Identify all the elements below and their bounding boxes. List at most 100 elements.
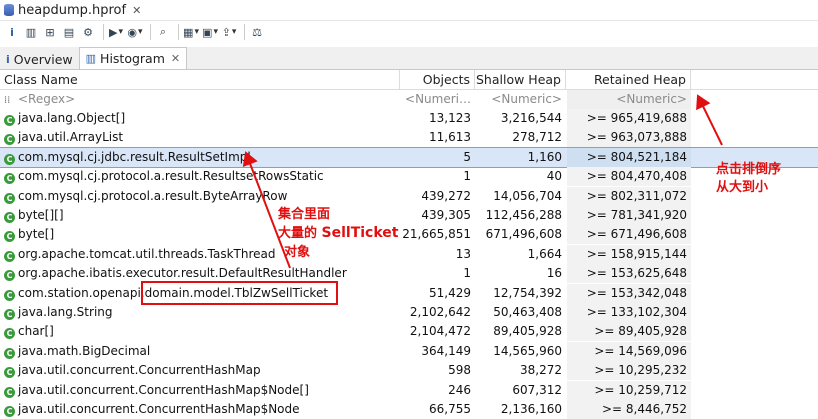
- class-name-text: com.mysql.cj.protocol.a.result.ByteArray…: [18, 188, 288, 203]
- objects-cell: 21,665,851: [402, 227, 471, 242]
- table-row[interactable]: Ccom.station.openapi.domain.model.TblZwS…: [0, 283, 818, 303]
- class-icon: C: [4, 289, 15, 301]
- find-object-icon[interactable]: ⌕: [155, 24, 171, 40]
- toolbar-separator: [150, 24, 151, 40]
- toolbar-separator: [244, 24, 245, 40]
- retained-heap-cell: >= 89,405,928: [567, 322, 691, 342]
- dominator-tree-icon[interactable]: ⊞: [42, 24, 58, 40]
- class-name-cell: Cchar[]: [0, 322, 400, 341]
- class-icon: C: [4, 386, 15, 398]
- objects-filter-input[interactable]: <Numeri…: [401, 90, 475, 109]
- table-row[interactable]: Ccom.mysql.cj.jdbc.result.ResultSetImpl 5…: [0, 146, 818, 168]
- class-name-text: char[]: [18, 324, 54, 339]
- table-row[interactable]: Cbyte[] 21,665,851 671,496,608 >= 671,496,6…: [0, 225, 818, 245]
- column-header-retained-heap[interactable]: Retained Heap: [567, 70, 691, 89]
- retained-heap-cell: >= 158,915,144: [567, 244, 691, 264]
- histogram-tab-icon: ▥: [85, 52, 97, 65]
- column-header-class-name[interactable]: Class Name: [0, 70, 400, 89]
- shallow-heap-cell: 1,160: [527, 149, 562, 164]
- shallow-heap-cell: 2,136,160: [500, 402, 562, 416]
- class-icon: C: [4, 406, 15, 417]
- objects-cell: 5: [463, 149, 471, 164]
- table-row[interactable]: Cjava.util.concurrent.ConcurrentHashMap$…: [0, 400, 818, 419]
- toolbar-separator: [103, 24, 104, 40]
- class-name-text: org.apache.tomcat.util.threads.TaskThrea…: [18, 246, 276, 261]
- compare-icon[interactable]: ⚖: [249, 24, 265, 40]
- class-name-text: java.util.concurrent.ConcurrentHashMap$N…: [18, 382, 309, 397]
- class-name-text: java.lang.String: [18, 305, 113, 319]
- objects-cell: 439,272: [421, 188, 471, 203]
- table-row[interactable]: Ccom.mysql.cj.protocol.a.result.Resultse…: [0, 167, 818, 187]
- table-row[interactable]: Cjava.util.concurrent.ConcurrentHashMap$…: [0, 380, 818, 400]
- shallow-heap-cell: 50,463,408: [493, 305, 562, 319]
- class-name-cell: Cjava.util.concurrent.ConcurrentHashMap: [0, 361, 400, 380]
- export-icon[interactable]: ⇪: [221, 24, 237, 40]
- annotation-sort-line-1: 点击排倒序: [716, 162, 782, 177]
- class-name-text: com.mysql.cj.jdbc.result.ResultSetImpl: [18, 149, 251, 164]
- overview-info-icon[interactable]: i: [4, 24, 20, 40]
- close-editor-icon[interactable]: ✕: [132, 4, 141, 17]
- info-icon: i: [6, 52, 10, 66]
- table-row[interactable]: Cchar[] 2,104,472 89,405,928 >= 89,405,928: [0, 322, 818, 342]
- table-row[interactable]: Cbyte[][] 439,305 112,456,288 >= 781,341,92…: [0, 206, 818, 225]
- retained-heap-cell: >= 804,521,184: [567, 147, 691, 167]
- query-browser-icon[interactable]: ◉: [127, 24, 143, 40]
- highlight-box-sellticket: [141, 281, 338, 305]
- tab-overview-label: Overview: [13, 51, 73, 67]
- close-tab-icon[interactable]: ✕: [171, 52, 180, 65]
- table-row[interactable]: Corg.apache.ibatis.executor.result.Defau…: [0, 264, 818, 284]
- editor-tabs: i Overview ▥ Histogram ✕: [0, 47, 818, 70]
- class-name-cell: Cjava.lang.String: [0, 303, 400, 322]
- table-row[interactable]: Cjava.math.BigDecimal 364,149 14,565,960 >=…: [0, 341, 818, 361]
- group-by-icon[interactable]: ▦: [183, 24, 199, 40]
- run-report-icon[interactable]: ▶: [108, 24, 124, 40]
- histogram-icon[interactable]: ▥: [23, 24, 39, 40]
- class-name-cell: Ccom.mysql.cj.jdbc.result.ResultSetImpl: [0, 148, 400, 167]
- toolbar: i ▥ ⊞ ▤ ⚙ ▶ ◉ ⌕ ▦ ▣ ⇪ ⚖: [0, 21, 818, 43]
- retained-heap-cell: >= 10,295,232: [567, 361, 691, 381]
- class-name-cell: Cjava.util.concurrent.ConcurrentHashMap$…: [0, 381, 400, 400]
- annotation-set-line-2: 大量的 SellTicket: [278, 224, 398, 243]
- retained-heap-cell: >= 8,446,752: [567, 400, 691, 419]
- tab-overview[interactable]: i Overview: [0, 49, 79, 69]
- table-row[interactable]: Cjava.util.ArrayList 11,613 278,712 >= 963,…: [0, 128, 818, 148]
- class-icon: C: [4, 153, 15, 165]
- shallow-filter-input[interactable]: <Numeric>: [476, 90, 566, 109]
- table-row[interactable]: Cjava.lang.Object[] 13,123 3,216,544 >= 965…: [0, 109, 818, 128]
- objects-cell: 1: [463, 169, 471, 184]
- retained-heap-cell: >= 781,341,920: [567, 206, 691, 225]
- table-row[interactable]: Cjava.lang.String 2,102,642 50,463,408 >= 1…: [0, 303, 818, 322]
- table-row[interactable]: Ccom.mysql.cj.protocol.a.result.ByteArra…: [0, 186, 818, 206]
- editor-title-bar: heapdump.hprof ✕: [0, 0, 818, 21]
- class-name-cell: Cjava.util.concurrent.ConcurrentHashMap$…: [0, 400, 400, 419]
- column-header-shallow-heap[interactable]: Shallow Heap: [476, 70, 566, 89]
- table-row[interactable]: Corg.apache.tomcat.util.threads.TaskThre…: [0, 244, 818, 264]
- regex-filter-input[interactable]: <Regex>: [18, 92, 75, 106]
- class-name-text: java.util.concurrent.ConcurrentHashMap: [18, 363, 261, 378]
- tab-histogram[interactable]: ▥ Histogram ✕: [78, 47, 188, 69]
- objects-cell: 1: [463, 266, 471, 281]
- shallow-heap-cell: 89,405,928: [493, 324, 562, 339]
- objects-cell: 66,755: [429, 402, 471, 416]
- objects-cell: 2,102,642: [409, 305, 471, 319]
- annotation-sort-line-2: 从大到小: [716, 180, 769, 195]
- class-icon: C: [4, 134, 15, 146]
- objects-cell: 439,305: [421, 208, 471, 222]
- objects-cell: 364,149: [421, 343, 471, 358]
- oql-icon[interactable]: ▤: [61, 24, 77, 40]
- table-row[interactable]: Cjava.util.concurrent.ConcurrentHashMap 5…: [0, 361, 818, 381]
- class-name-cell: Ccom.mysql.cj.protocol.a.result.ByteArra…: [0, 187, 400, 206]
- retained-heap-cell: >= 10,259,712: [567, 380, 691, 400]
- thread-overview-icon[interactable]: ⚙: [80, 24, 96, 40]
- class-name-text: java.lang.Object[]: [18, 111, 126, 125]
- retained-filter-input[interactable]: <Numeric>: [567, 90, 691, 109]
- class-name-cell: Cjava.math.BigDecimal: [0, 342, 400, 361]
- column-header-objects[interactable]: Objects: [401, 70, 475, 89]
- regex-filter-cell[interactable]: ⁞⁞ <Regex>: [0, 90, 400, 109]
- class-icon: C: [4, 328, 15, 340]
- calculate-retained-icon[interactable]: ▣: [202, 24, 218, 40]
- class-name-cell: Cjava.util.ArrayList: [0, 128, 400, 147]
- shallow-heap-cell: 16: [546, 266, 562, 281]
- editor-title: heapdump.hprof: [18, 2, 127, 18]
- class-name-text: java.math.BigDecimal: [18, 343, 151, 358]
